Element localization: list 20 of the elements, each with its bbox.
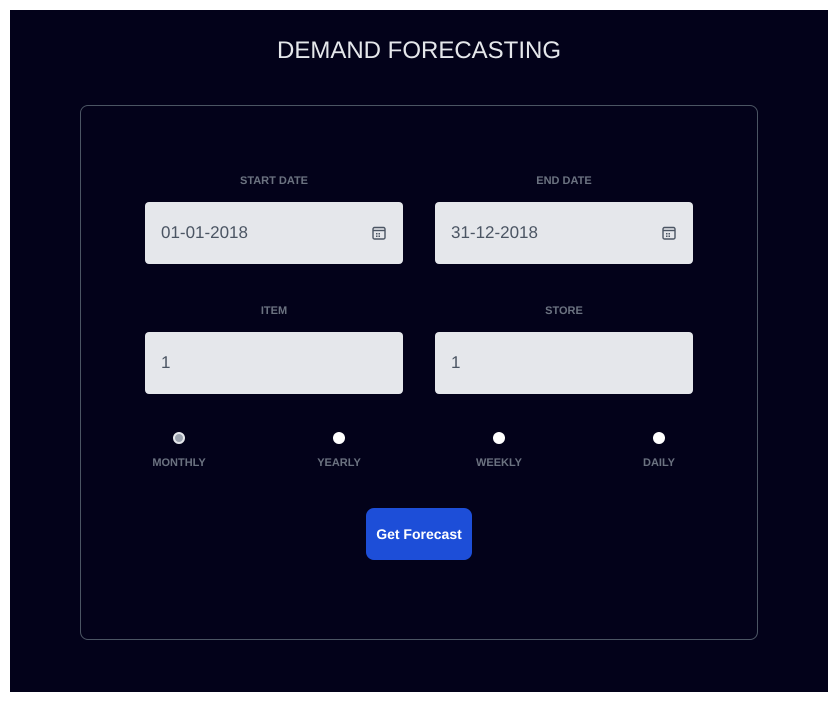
page-title: DEMAND FORECASTING <box>276 36 561 66</box>
radio-button[interactable] <box>333 432 345 444</box>
date-field[interactable]: 31-12-2018 <box>435 202 693 264</box>
calendar-icon[interactable] <box>371 225 387 241</box>
number-field[interactable]: 1 <box>145 332 403 394</box>
radio-label: DAILY <box>643 456 675 470</box>
field-label: END DATE <box>536 174 592 188</box>
field-label: STORE <box>545 304 583 318</box>
field-label: START DATE <box>240 174 308 188</box>
date-field[interactable]: 01-01-2018 <box>145 202 403 264</box>
radio-button[interactable] <box>653 432 665 444</box>
radio-button[interactable] <box>493 432 505 444</box>
radio-label: WEEKLY <box>476 456 522 470</box>
number-field[interactable]: 1 <box>435 332 693 394</box>
radio-button[interactable] <box>173 432 185 444</box>
radio-label: YEARLY <box>317 456 361 470</box>
calendar-icon[interactable] <box>661 225 677 241</box>
get-forecast-button[interactable]: Get Forecast <box>366 508 472 560</box>
field-label: ITEM <box>260 304 288 318</box>
radio-label: MONTHLY <box>152 456 206 470</box>
